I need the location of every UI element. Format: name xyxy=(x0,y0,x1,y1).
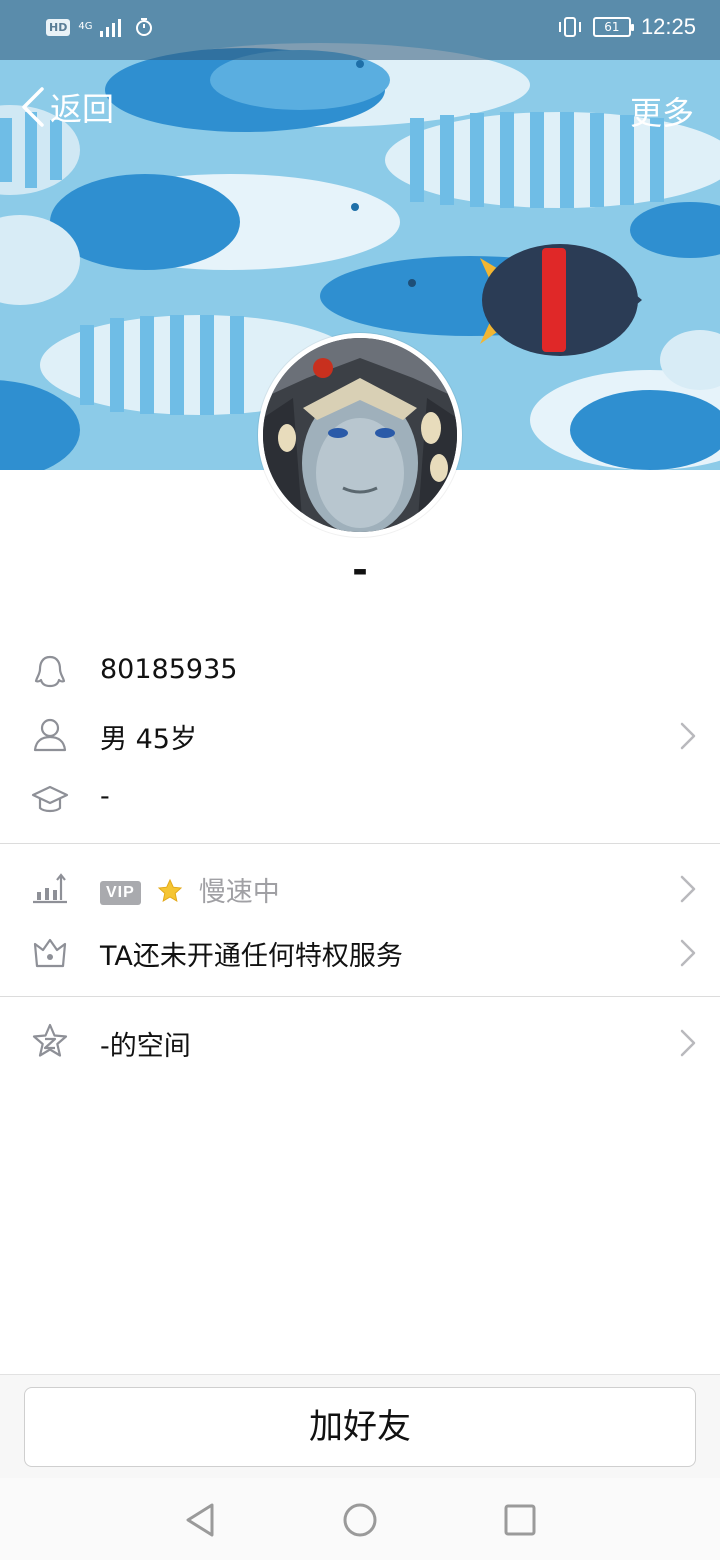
divider xyxy=(0,843,720,844)
nav-back-icon[interactable] xyxy=(180,1500,220,1540)
hd-badge: HD xyxy=(46,18,71,36)
status-bar: HD 4G 61 12:25 xyxy=(0,0,720,60)
vibrate-icon xyxy=(558,17,581,37)
system-navigation-bar xyxy=(0,1478,720,1560)
nav-home-icon[interactable] xyxy=(340,1500,380,1540)
vip-badge: VIP xyxy=(100,881,141,905)
qq-number: 80185935 xyxy=(100,654,238,685)
chevron-right-icon xyxy=(680,722,696,750)
privilege-row[interactable]: TA还未开通任何特权服务 xyxy=(0,920,720,984)
signal-icon xyxy=(100,19,122,37)
school-row: - xyxy=(0,767,720,831)
vip-speed-status: 慢速中 xyxy=(198,877,280,908)
chevron-right-icon xyxy=(680,939,696,967)
gender-age: 男 45岁 xyxy=(100,724,197,755)
clock: 12:25 xyxy=(640,14,696,39)
chevron-right-icon xyxy=(680,1029,696,1057)
penguin-icon xyxy=(34,655,66,688)
graduation-cap-icon xyxy=(31,785,69,813)
chevron-left-icon xyxy=(22,87,44,127)
level-up-icon xyxy=(33,873,67,904)
qzone-star-icon xyxy=(32,1023,68,1057)
qzone-row[interactable]: -的空间 xyxy=(0,1010,720,1074)
school: - xyxy=(100,781,110,812)
timer-icon xyxy=(136,18,153,36)
bottom-action-bar: 加好友 xyxy=(0,1374,720,1478)
divider xyxy=(0,996,720,997)
avatar-image xyxy=(263,338,457,532)
network-type: 4G xyxy=(78,21,93,32)
avatar[interactable] xyxy=(258,333,462,537)
back-button[interactable]: 返回 xyxy=(18,84,114,130)
crown-icon xyxy=(33,938,67,968)
chevron-right-icon xyxy=(680,875,696,903)
star-icon xyxy=(157,878,182,903)
privilege-text: TA还未开通任何特权服务 xyxy=(100,941,403,972)
back-label: 返回 xyxy=(50,90,115,128)
more-button[interactable]: 更多 xyxy=(630,88,694,134)
vip-status: VIP 慢速中 xyxy=(100,870,280,909)
add-friend-button[interactable]: 加好友 xyxy=(24,1387,696,1467)
nickname: - xyxy=(352,548,368,592)
nav-recents-icon[interactable] xyxy=(500,1500,540,1540)
gender-age-row[interactable]: 男 45岁 xyxy=(0,703,720,767)
battery-indicator: 61 xyxy=(592,17,634,37)
vip-row[interactable]: VIP 慢速中 xyxy=(0,856,720,920)
qq-number-row: 80185935 xyxy=(0,640,720,704)
user-icon xyxy=(33,718,67,752)
qzone-label: -的空间 xyxy=(100,1031,191,1062)
